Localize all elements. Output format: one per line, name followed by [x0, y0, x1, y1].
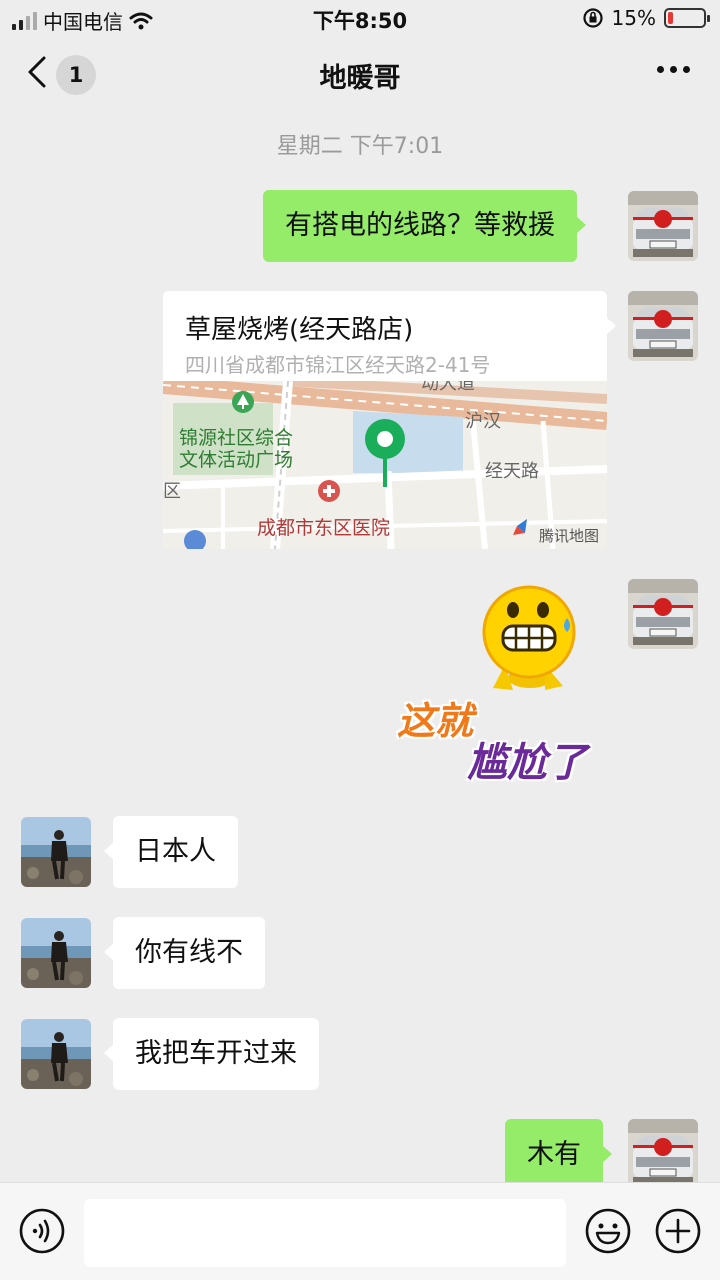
voice-input-icon[interactable] — [18, 1207, 66, 1255]
add-more-icon[interactable] — [654, 1207, 702, 1255]
map-label-road-3: 动大道 — [421, 381, 475, 394]
car-avatar-image — [628, 579, 698, 649]
nav-bar: 1 地暖哥 — [0, 36, 720, 110]
battery-icon — [664, 8, 710, 28]
my-avatar[interactable] — [628, 579, 698, 649]
message-bubble-incoming[interactable]: 你有线不 — [104, 917, 265, 989]
location-name: 草屋烧烤(经天路店) — [185, 315, 414, 345]
car-avatar-image — [628, 1119, 698, 1189]
input-bar — [0, 1182, 720, 1280]
my-avatar[interactable] — [628, 191, 698, 261]
sticker-text-line-1: 这就 — [397, 699, 474, 743]
message-bubble-outgoing[interactable]: 有搭电的线路？等救援 — [263, 190, 586, 262]
map-label-edge: 区 — [163, 481, 181, 502]
map-label-hospital: 成都市东区医院 — [257, 517, 391, 539]
orientation-lock-icon — [582, 8, 603, 28]
map-provider-label: 腾讯地图 — [539, 527, 600, 545]
contact-avatar[interactable] — [21, 817, 91, 887]
map-label-road-2: 经天路 — [485, 461, 539, 482]
battery-fill — [668, 12, 674, 24]
status-bar: 中国电信 下午8:50 15% — [0, 0, 720, 36]
message-input[interactable] — [84, 1199, 566, 1267]
message-text: 木有 — [527, 1139, 581, 1170]
person-avatar-image — [21, 918, 91, 988]
contact-avatar[interactable] — [21, 1019, 91, 1089]
message-text: 有搭电的线路？等救援 — [285, 210, 555, 241]
message-timestamp: 星期二 下午7:01 — [276, 134, 444, 159]
chat-title: 地暖哥 — [319, 63, 401, 94]
location-address: 四川省成都市锦江区经天路2-41号 — [185, 353, 491, 377]
map-preview[interactable]: 锦源社区综合 文体活动广场 成都市东区医院 沪汉 经天路 动大道 区 腾讯地图 — [163, 381, 607, 549]
bubble-tail — [606, 317, 616, 335]
car-avatar-image — [628, 291, 698, 361]
person-avatar-image — [21, 817, 91, 887]
battery-percent: 15% — [611, 6, 656, 30]
my-avatar[interactable] — [628, 1119, 698, 1189]
message-bubble-outgoing[interactable]: 木有 — [505, 1119, 612, 1191]
sticker-text-line-2: 尴尬了 — [467, 740, 587, 786]
location-card[interactable]: 草屋烧烤(经天路店) 四川省成都市锦江区经天路2-41号 锦源社区综合 文体活动… — [163, 291, 607, 549]
message-bubble-incoming[interactable]: 日本人 — [104, 816, 238, 888]
more-options-icon[interactable] — [657, 66, 690, 73]
emoji-icon[interactable] — [584, 1207, 632, 1255]
person-avatar-image — [21, 1019, 91, 1089]
message-text: 你有线不 — [135, 937, 243, 968]
message-text: 我把车开过来 — [135, 1038, 297, 1069]
map-label-road-1: 沪汉 — [465, 411, 501, 432]
sticker-awkward[interactable]: 这就 尴尬了 — [395, 580, 615, 786]
message-text: 日本人 — [135, 836, 216, 867]
message-bubble-incoming[interactable]: 我把车开过来 — [104, 1018, 319, 1090]
contact-avatar[interactable] — [21, 918, 91, 988]
map-label-park-2: 文体活动广场 — [179, 449, 294, 471]
my-avatar[interactable] — [628, 291, 698, 361]
car-avatar-image — [628, 191, 698, 261]
